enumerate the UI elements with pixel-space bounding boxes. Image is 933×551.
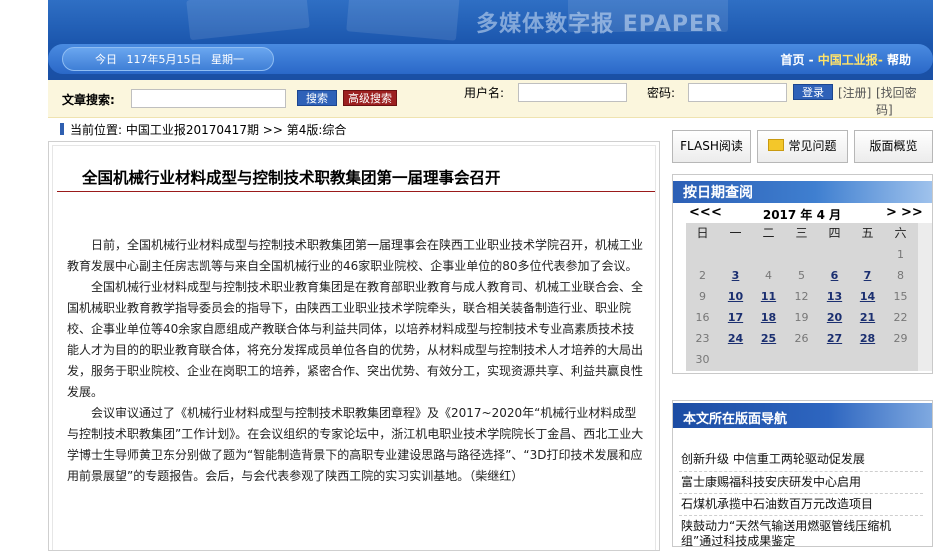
top-nav-links: 首页 - 中国工业报- 帮助 xyxy=(780,51,911,68)
page-nav-title: 本文所在版面导航 xyxy=(683,412,788,427)
faq-button[interactable]: 常见问题 xyxy=(757,130,848,163)
nav-separator: - xyxy=(877,53,887,67)
calendar-day: 12 xyxy=(794,290,809,303)
calendar-weekday: 四 xyxy=(828,226,841,240)
calendar-day-link[interactable]: 25 xyxy=(752,332,785,345)
breadcrumb-separator: >> xyxy=(262,123,283,137)
brand-text: 多媒体数字报 EPAPER xyxy=(476,12,723,37)
date-value: 117年5月15日 xyxy=(126,53,202,66)
newspaper-collage-decoration xyxy=(346,0,460,41)
page-nav-item[interactable]: 创新升级 中信重工两轮驱动促发展 xyxy=(681,452,921,467)
calendar-month-label: 2017 年 4 月 xyxy=(762,208,842,222)
login-button[interactable]: 登录 xyxy=(793,84,833,100)
page-nav-item[interactable]: 陕鼓动力“天然气输送用燃驱管线压缩机组”通过科技成果鉴定 xyxy=(681,519,921,549)
calendar-day-link[interactable]: 7 xyxy=(851,269,884,282)
calendar-title: 按日期查阅 xyxy=(683,185,753,201)
calendar-day: 26 xyxy=(794,332,809,345)
calendar-day: 16 xyxy=(695,311,710,324)
calendar-day: 15 xyxy=(893,290,908,303)
page-nav-divider xyxy=(679,515,923,517)
calendar-day: 4 xyxy=(765,269,772,282)
article-search-input[interactable] xyxy=(131,89,286,108)
calendar-day-link[interactable]: 27 xyxy=(818,332,851,345)
page-nav-divider xyxy=(679,493,923,495)
breadcrumb-page-link[interactable]: 第4版:综合 xyxy=(287,123,347,137)
next-month-button[interactable]: > xyxy=(886,205,897,220)
article-paragraph: 会议审议通过了《机械行业材料成型与控制技术职教集团章程》及《2017~2020年… xyxy=(67,406,644,483)
password-label: 密码: xyxy=(647,86,676,100)
flash-read-button[interactable]: FLASH阅读 xyxy=(672,130,751,163)
calendar-weekday: 三 xyxy=(795,226,808,240)
calendar-day: 29 xyxy=(893,332,908,345)
forgot-password-link[interactable]: [找回密码] xyxy=(876,84,933,118)
faq-label: 常见问题 xyxy=(788,139,837,153)
page-nav-divider xyxy=(679,471,923,473)
calendar-day: 2 xyxy=(699,269,706,282)
newspaper-collage-decoration xyxy=(186,0,310,41)
calendar-day-link[interactable]: 17 xyxy=(719,311,752,324)
article-body: 日前，全国机械行业材料成型与控制技术职教集团第一届理事会在陕西工业职业技术学院召… xyxy=(67,235,644,487)
breadcrumb-label: 当前位置: xyxy=(70,123,123,137)
calendar-day-link[interactable]: 18 xyxy=(752,311,785,324)
calendar-day: 30 xyxy=(695,353,710,366)
nav-current-paper-link[interactable]: 中国工业报 xyxy=(818,53,878,67)
calendar-weekday: 六 xyxy=(894,226,907,240)
date-weekday: 星期一 xyxy=(211,53,244,66)
article-paragraph: 日前，全国机械行业材料成型与控制技术职教集团第一届理事会在陕西工业职业技术学院召… xyxy=(67,238,644,273)
calendar-day-link[interactable]: 13 xyxy=(818,290,851,303)
username-label: 用户名: xyxy=(464,86,505,100)
search-button[interactable]: 搜索 xyxy=(297,90,337,106)
calendar-day-link[interactable]: 14 xyxy=(851,290,884,303)
date-today-label: 今日 xyxy=(95,53,117,66)
article-paragraph: 全国机械行业材料成型与控制技术职业教育集团是在教育部职业教育与成人教育司、机械工… xyxy=(67,280,644,399)
calendar-day: 5 xyxy=(798,269,805,282)
nav-help-link[interactable]: 帮助 xyxy=(887,53,911,67)
calendar-day: 23 xyxy=(695,332,710,345)
calendar-day: 22 xyxy=(893,311,908,324)
advanced-search-button[interactable]: 高级搜索 xyxy=(343,90,397,106)
calendar-day-link[interactable]: 20 xyxy=(818,311,851,324)
calendar-day: 19 xyxy=(794,311,809,324)
page-nav-item[interactable]: 富士康赐福科技安庆研发中心启用 xyxy=(681,475,921,490)
calendar-day-link[interactable]: 11 xyxy=(752,290,785,303)
calendar-day-link[interactable]: 10 xyxy=(719,290,752,303)
calendar-day: 8 xyxy=(897,269,904,282)
calendar-day: 1 xyxy=(897,248,904,261)
title-divider xyxy=(57,191,655,192)
calendar-day-link[interactable]: 3 xyxy=(719,269,752,282)
calendar-day-link[interactable]: 28 xyxy=(851,332,884,345)
calendar-weekday: 一 xyxy=(729,226,742,240)
breadcrumb-marker-icon xyxy=(60,123,64,135)
breadcrumb: 当前位置: 中国工业报20170417期 >> 第4版:综合 xyxy=(60,121,346,138)
nav-separator: - xyxy=(804,53,818,67)
username-input[interactable] xyxy=(518,83,627,102)
register-link[interactable]: [注册] xyxy=(838,84,871,101)
next-year-button[interactable]: >> xyxy=(901,205,923,220)
calendar-scrollbar[interactable] xyxy=(918,223,932,371)
article-search-label: 文章搜索: xyxy=(62,93,115,107)
calendar-weekday: 日 xyxy=(696,226,709,240)
calendar-day-link[interactable]: 24 xyxy=(719,332,752,345)
calendar-weekday: 二 xyxy=(762,226,775,240)
faq-icon xyxy=(768,139,785,151)
page-overview-button[interactable]: 版面概览 xyxy=(854,130,933,163)
article-title: 全国机械行业材料成型与控制技术职教集团第一届理事会召开 xyxy=(82,169,501,187)
breadcrumb-paper-link[interactable]: 中国工业报20170417期 xyxy=(126,123,259,137)
calendar-weekday: 五 xyxy=(861,226,874,240)
page-nav-item[interactable]: 石煤机承揽中石油数百万元改造项目 xyxy=(681,497,921,512)
date-display: 今日 117年5月15日 星期一 xyxy=(62,47,274,71)
nav-home-link[interactable]: 首页 xyxy=(780,53,804,67)
calendar-day-link[interactable]: 6 xyxy=(818,269,851,282)
calendar-day: 9 xyxy=(699,290,706,303)
password-input[interactable] xyxy=(688,83,787,102)
calendar-day-link[interactable]: 21 xyxy=(851,311,884,324)
